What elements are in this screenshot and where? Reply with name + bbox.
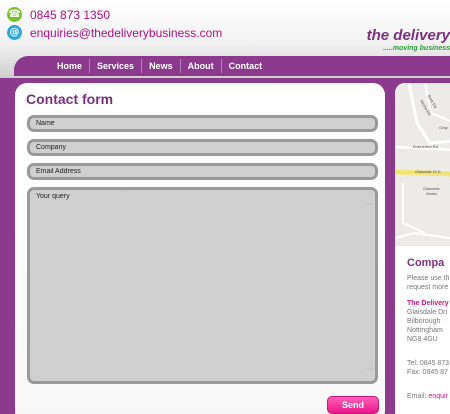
query-textarea[interactable] bbox=[27, 187, 378, 384]
logo-tagline: .....moving business bbox=[383, 45, 450, 52]
send-button[interactable]: Send bbox=[327, 396, 379, 414]
company-info-panel: Nicola Rd Brett Rd Gray Bramerton Rd Gla… bbox=[395, 83, 450, 414]
company-input[interactable] bbox=[27, 139, 378, 156]
map-label-road: Bramerton Rd bbox=[413, 144, 438, 149]
map-label-road: Gray bbox=[439, 125, 448, 130]
company-email-link[interactable]: enquir bbox=[428, 393, 447, 400]
nav-services[interactable]: Services bbox=[89, 59, 141, 73]
company-fax: Fax: 0845 87 bbox=[407, 369, 448, 376]
phone-number: 0845 873 1350 bbox=[30, 7, 111, 22]
email-row[interactable]: @ enquiries@thedeliverybusiness.com bbox=[7, 25, 222, 40]
nav-home[interactable]: Home bbox=[50, 59, 89, 73]
email-link[interactable]: enquiries@thedeliverybusiness.com bbox=[30, 26, 222, 40]
contact-form-title: Contact form bbox=[26, 91, 114, 107]
scroll-up-icon[interactable]: ︿ bbox=[366, 195, 375, 208]
email-address-input[interactable] bbox=[27, 163, 378, 180]
company-heading: Compa bbox=[407, 257, 445, 269]
company-email-label: Email: bbox=[407, 393, 427, 400]
company-email-row: Email: enquir bbox=[407, 392, 448, 401]
address-line: Glaisdale Dri bbox=[407, 309, 448, 316]
name-input[interactable] bbox=[27, 115, 378, 132]
site-logo[interactable]: the delivery .....moving business bbox=[367, 27, 450, 52]
nav-about[interactable]: About bbox=[179, 59, 221, 73]
company-name: The Delivery bbox=[407, 300, 449, 307]
navigation-bar: Home Services News About Contact bbox=[14, 56, 450, 76]
nav-news[interactable]: News bbox=[141, 59, 180, 73]
address-line: NG8 4GU bbox=[407, 336, 438, 343]
scroll-down-icon[interactable]: ﹀ bbox=[366, 365, 375, 378]
address-line: Nottingham bbox=[407, 327, 443, 334]
company-tel: Tel: 0845 873 bbox=[407, 360, 450, 367]
contact-form-panel: Contact form ︿ ﹀ Send bbox=[15, 83, 385, 414]
company-intro: request more bbox=[407, 284, 449, 291]
location-map[interactable]: Nicola Rd Brett Rd Gray Bramerton Rd Gla… bbox=[395, 83, 450, 246]
map-label-road: Glaisdale Dr E bbox=[415, 169, 441, 174]
phone-row: ☎ 0845 873 1350 bbox=[7, 7, 110, 22]
phone-icon: ☎ bbox=[7, 7, 22, 22]
nav-contact[interactable]: Contact bbox=[220, 59, 270, 73]
email-icon: @ bbox=[7, 25, 22, 40]
map-label-place: Works bbox=[426, 191, 438, 196]
address-line: Bilborough bbox=[407, 318, 441, 325]
company-intro: Please use th bbox=[407, 275, 450, 282]
logo-name: the delivery bbox=[366, 27, 450, 44]
main-nav: Home Services News About Contact bbox=[50, 59, 269, 73]
